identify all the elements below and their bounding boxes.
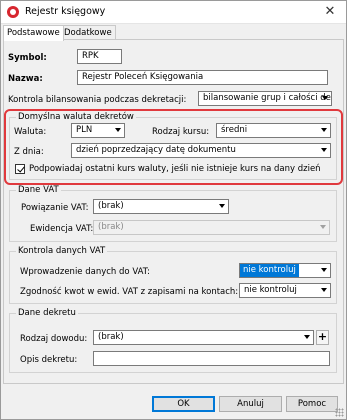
chevron-down-icon <box>115 128 121 132</box>
tab-podstawowe[interactable]: Podstawowe <box>3 25 64 41</box>
close-icon[interactable]: ✕ <box>322 3 338 21</box>
podpowiadaj-kurs-label: Podpowiadaj ostatni kurs waluty, jeśli n… <box>29 164 321 174</box>
symbol-label: Symbol: <box>8 53 47 63</box>
chevron-down-icon <box>321 128 327 132</box>
zgodnosc-kwot-value: nie kontroluj <box>244 285 297 295</box>
zgodnosc-kwot-select[interactable]: nie kontroluj <box>239 283 331 298</box>
vat-control-group: Kontrola danych VAT Wprowadzenie danych … <box>9 246 337 304</box>
kontrola-bilansowania-select[interactable]: bilansowanie grup i całości dekretu <box>198 91 332 106</box>
powiazanie-vat-value: (brak) <box>98 201 124 211</box>
help-button[interactable]: Pomoc <box>286 396 338 412</box>
z-dnia-value: dzień poprzedzający datę dokumentu <box>76 145 236 155</box>
kontrola-bilansowania-label: Kontrola bilansowania podczas dekretacji… <box>8 95 187 105</box>
ewidencja-vat-label: Ewidencja VAT: <box>30 224 94 234</box>
waluta-value: PLN <box>76 125 93 135</box>
chevron-down-icon <box>219 204 225 208</box>
ewidencja-vat-value: (brak) <box>98 222 124 232</box>
currency-group-title: Domyślna waluta dekretów <box>16 112 136 122</box>
chevron-down-icon <box>321 268 327 272</box>
vat-control-group-title: Kontrola danych VAT <box>16 246 108 256</box>
tab-panel: Symbol: RPK Nazwa: Rejestr Poleceń Księg… <box>3 39 344 384</box>
chevron-down-icon <box>321 288 327 292</box>
nazwa-label: Nazwa: <box>8 74 43 84</box>
vat-group: Dane VAT Powiązanie VAT: (brak) Ewidencj… <box>9 185 337 242</box>
rodzaj-kursu-select[interactable]: średni <box>216 123 331 138</box>
wprowadzenie-vat-select[interactable]: nie kontroluj <box>239 263 331 278</box>
opis-dekretu-label: Opis dekretu: <box>20 355 78 365</box>
dekret-group-title: Dane dekretu <box>16 308 78 318</box>
wprowadzenie-vat-label: Wprowadzenie danych do VAT: <box>20 267 150 277</box>
resize-grip-icon[interactable] <box>335 408 344 417</box>
currency-group: Domyślna waluta dekretów Waluta: PLN Rod… <box>9 112 337 180</box>
zgodnosc-kwot-label: Zgodność kwot w ewid. VAT z zapisami na … <box>20 287 239 297</box>
window-title: Rejestr księgowy <box>25 6 106 17</box>
cancel-button[interactable]: Anuluj <box>219 396 282 412</box>
add-icon[interactable]: + <box>316 330 329 345</box>
opis-dekretu-field[interactable] <box>93 351 330 366</box>
rodzaj-kursu-label: Rodzaj kursu: <box>152 127 210 137</box>
rodzaj-kursu-value: średni <box>221 125 248 135</box>
z-dnia-select[interactable]: dzień poprzedzający datę dokumentu <box>71 143 331 158</box>
z-dnia-label: Z dnia: <box>14 147 44 157</box>
powiazanie-vat-select[interactable]: (brak) <box>93 199 229 214</box>
rodzaj-dowodu-select[interactable]: (brak) <box>93 330 314 345</box>
wprowadzenie-vat-value: nie kontroluj <box>240 264 299 277</box>
dekret-group: Dane dekretu Rodzaj dowodu: (brak) + Opi… <box>9 308 337 373</box>
chevron-down-icon <box>304 335 310 339</box>
vat-group-title: Dane VAT <box>16 185 61 195</box>
nazwa-field[interactable]: Rejestr Poleceń Księgowania <box>77 70 328 85</box>
symbol-field[interactable]: RPK <box>77 49 122 64</box>
chevron-down-icon <box>321 148 327 152</box>
powiazanie-vat-label: Powiązanie VAT: <box>21 203 89 213</box>
waluta-label: Waluta: <box>14 127 47 137</box>
chevron-down-icon <box>320 225 326 229</box>
ok-button[interactable]: OK <box>152 396 215 412</box>
kontrola-bilansowania-value: bilansowanie grup i całości dekretu <box>203 93 331 103</box>
rodzaj-dowodu-label: Rodzaj dowodu: <box>20 334 88 344</box>
title-bar: Rejestr księgowy ✕ <box>1 1 346 24</box>
tab-dodatkowe[interactable]: Dodatkowe <box>60 25 116 40</box>
ewidencja-vat-select[interactable]: (brak) <box>93 220 330 235</box>
chevron-down-icon <box>322 96 328 100</box>
app-logo-icon <box>7 6 19 18</box>
dialog-window: Rejestr księgowy ✕ Podstawowe Dodatkowe … <box>0 0 347 420</box>
rodzaj-dowodu-value: (brak) <box>98 332 124 342</box>
waluta-select[interactable]: PLN <box>71 123 125 138</box>
podpowiadaj-kurs-checkbox[interactable] <box>15 164 25 174</box>
